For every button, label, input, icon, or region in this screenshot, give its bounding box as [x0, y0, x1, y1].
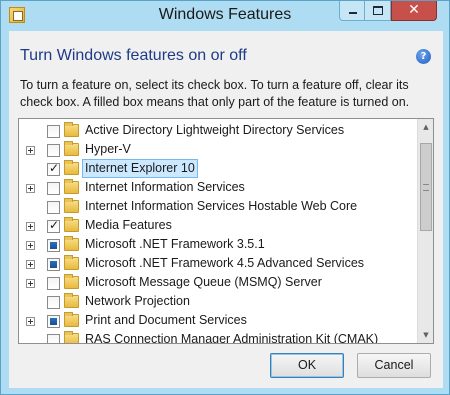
expand-plus-icon[interactable]	[26, 317, 35, 326]
feature-label[interactable]: Internet Information Services Hostable W…	[83, 198, 359, 215]
feature-row[interactable]: Media Features	[19, 216, 419, 235]
page-title: Turn Windows features on or off	[20, 47, 247, 64]
dialog-body: Turn Windows features on or off ? To tur…	[9, 31, 443, 388]
maximize-icon	[373, 6, 383, 15]
scroll-up-arrow-icon[interactable]: ▲	[418, 119, 433, 135]
feature-row[interactable]: Internet Information Services	[19, 178, 419, 197]
minimize-icon	[349, 12, 357, 14]
expand-plus-icon[interactable]	[26, 241, 35, 250]
feature-row[interactable]: Microsoft .NET Framework 4.5 Advanced Se…	[19, 254, 419, 273]
feature-checkbox[interactable]	[47, 144, 60, 157]
folder-icon	[64, 312, 79, 327]
feature-row[interactable]: Internet Information Services Hostable W…	[19, 197, 419, 216]
feature-label[interactable]: Microsoft .NET Framework 4.5 Advanced Se…	[83, 255, 366, 272]
feature-checkbox[interactable]	[47, 258, 60, 271]
feature-row[interactable]: Internet Explorer 10	[19, 159, 419, 178]
expand-plus-icon[interactable]	[26, 184, 35, 193]
feature-label[interactable]: Microsoft .NET Framework 3.5.1	[83, 236, 267, 253]
scroll-down-arrow-icon[interactable]: ▼	[418, 327, 433, 343]
folder-icon	[64, 198, 79, 213]
feature-checkbox[interactable]	[47, 201, 60, 214]
cancel-button[interactable]: Cancel	[357, 353, 431, 378]
feature-row[interactable]: Microsoft Message Queue (MSMQ) Server	[19, 273, 419, 292]
feature-checkbox[interactable]	[47, 125, 60, 138]
folder-icon	[64, 255, 79, 270]
expand-plus-icon[interactable]	[26, 279, 35, 288]
feature-row[interactable]: Microsoft .NET Framework 3.5.1	[19, 235, 419, 254]
vertical-scrollbar[interactable]: ▲ ▼	[417, 119, 433, 343]
close-icon: ✕	[408, 2, 420, 18]
feature-row[interactable]: RAS Connection Manager Administration Ki…	[19, 330, 419, 343]
feature-checkbox[interactable]	[47, 315, 60, 328]
feature-label[interactable]: Media Features	[83, 217, 174, 234]
feature-label[interactable]: Internet Information Services	[83, 179, 247, 196]
ok-button[interactable]: OK	[270, 353, 344, 378]
folder-icon	[64, 122, 79, 137]
feature-checkbox[interactable]	[47, 334, 60, 343]
instructions-text: To turn a feature on, select its check b…	[20, 78, 410, 109]
scroll-thumb[interactable]	[420, 143, 432, 231]
folder-icon	[64, 217, 79, 232]
minimize-button[interactable]	[339, 1, 365, 21]
feature-label[interactable]: Active Directory Lightweight Directory S…	[83, 122, 346, 139]
feature-checkbox[interactable]	[47, 161, 60, 176]
feature-checkbox[interactable]	[47, 182, 60, 195]
expand-plus-icon[interactable]	[26, 146, 35, 155]
folder-icon	[64, 141, 79, 156]
feature-checkbox[interactable]	[47, 239, 60, 252]
feature-label[interactable]: RAS Connection Manager Administration Ki…	[83, 331, 380, 343]
feature-label[interactable]: Microsoft Message Queue (MSMQ) Server	[83, 274, 324, 291]
expand-plus-icon[interactable]	[26, 260, 35, 269]
help-icon[interactable]: ?	[416, 49, 431, 64]
feature-label[interactable]: Hyper-V	[83, 141, 133, 158]
maximize-button[interactable]	[365, 1, 391, 21]
feature-row[interactable]: Active Directory Lightweight Directory S…	[19, 121, 419, 140]
feature-label[interactable]: Network Projection	[83, 293, 192, 310]
feature-checkbox[interactable]	[47, 277, 60, 290]
feature-tree[interactable]: RAS Connection Manager Administration Ki…	[18, 118, 434, 344]
folder-icon	[64, 236, 79, 251]
feature-label[interactable]: Print and Document Services	[83, 312, 249, 329]
feature-row[interactable]: Print and Document Services	[19, 311, 419, 330]
folder-icon	[64, 293, 79, 308]
feature-row[interactable]: Hyper-V	[19, 140, 419, 159]
folder-icon	[64, 331, 79, 343]
folder-icon	[64, 274, 79, 289]
folder-icon	[64, 160, 79, 175]
feature-label[interactable]: Internet Explorer 10	[82, 159, 198, 178]
feature-checkbox[interactable]	[47, 296, 60, 309]
title-bar[interactable]: Windows Features ✕	[1, 1, 449, 31]
windows-features-dialog: Windows Features ✕ Turn Windows features…	[0, 0, 450, 395]
expand-plus-icon[interactable]	[26, 222, 35, 231]
feature-checkbox[interactable]	[47, 218, 60, 233]
close-button[interactable]: ✕	[391, 1, 437, 21]
feature-row[interactable]: Network Projection	[19, 292, 419, 311]
folder-icon	[64, 179, 79, 194]
